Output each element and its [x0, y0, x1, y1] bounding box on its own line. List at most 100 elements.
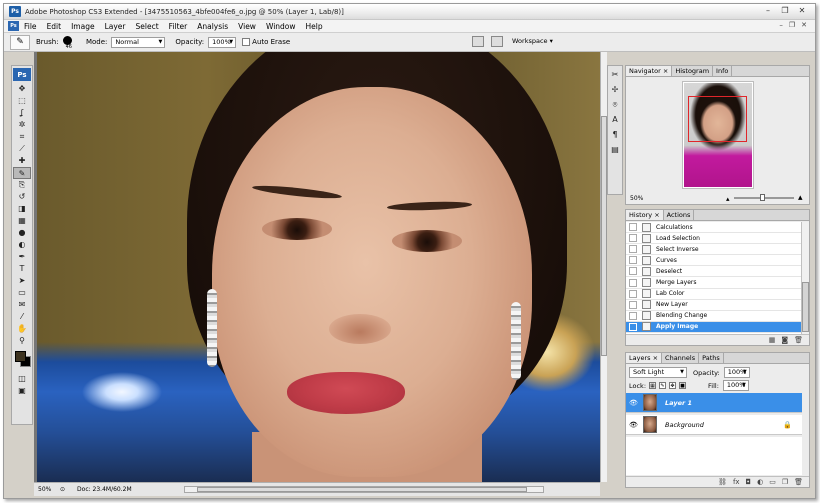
menu-select[interactable]: Select [131, 22, 164, 31]
menu-analysis[interactable]: Analysis [192, 22, 233, 31]
adjustment-layer-icon[interactable]: ◐ [757, 477, 763, 487]
new-group-icon[interactable]: ▭ [769, 477, 776, 487]
workspace-icon[interactable] [491, 36, 503, 47]
new-layer-icon[interactable]: ❐ [782, 477, 788, 487]
lasso-icon[interactable]: ʆ [13, 107, 31, 119]
paragraph-dock-icon[interactable]: ¶ [609, 129, 621, 141]
character-dock-icon[interactable]: A [609, 114, 621, 126]
clone-stamp-icon[interactable]: ⎘ [13, 179, 31, 191]
navigator-zoom[interactable]: 50% [630, 195, 643, 202]
history-item[interactable]: New Layer [626, 300, 802, 311]
healing-brush-icon[interactable]: ✚ [13, 155, 31, 167]
menu-filter[interactable]: Filter [164, 22, 193, 31]
history-item[interactable]: Load Selection [626, 233, 802, 245]
menu-image[interactable]: Image [66, 22, 100, 31]
layer-row-background[interactable]: 👁 Background 🔒 [626, 415, 802, 435]
brush-preview[interactable] [62, 35, 72, 45]
delete-state-icon[interactable]: 🗑 [794, 335, 803, 345]
auto-erase-checkbox[interactable] [242, 38, 251, 46]
zoom-icon[interactable]: ⚲ [13, 335, 31, 347]
eyedropper-icon[interactable]: ⁄ [13, 311, 31, 323]
document-canvas[interactable] [34, 52, 600, 482]
zoom-slider-knob[interactable] [760, 194, 765, 201]
zoom-level[interactable]: 50% [38, 486, 60, 493]
opacity-input[interactable]: 100% [208, 36, 237, 48]
history-item[interactable]: Blending Change [626, 311, 802, 322]
rectangle-icon[interactable]: ▭ [13, 287, 31, 299]
move-icon[interactable]: ✥ [13, 83, 31, 95]
layer-opacity-input[interactable]: 100% [723, 367, 750, 378]
menu-edit[interactable]: Edit [42, 22, 67, 31]
lock-transparent-icon[interactable]: ▦ [649, 382, 657, 389]
screen-mode-icon[interactable]: ▣ [13, 385, 31, 397]
layer-mask-icon[interactable]: ◘ [746, 477, 752, 487]
layer-comps-dock-icon[interactable]: ▤ [609, 144, 621, 156]
dodge-icon[interactable]: ◐ [13, 239, 31, 251]
horizontal-scroll-thumb[interactable] [197, 487, 527, 492]
crop-icon[interactable]: ⌗ [13, 131, 31, 143]
doc-minimize-button[interactable]: – [779, 21, 783, 29]
visibility-eye-icon[interactable]: 👁 [629, 420, 639, 430]
slice-icon[interactable]: ⟋ [13, 143, 31, 155]
pen-icon[interactable]: ✒ [13, 251, 31, 263]
status-icon[interactable]: ⊙ [60, 486, 65, 493]
navigator-zoom-slider[interactable] [734, 194, 794, 201]
history-brush-icon[interactable]: ↺ [13, 191, 31, 203]
blend-mode-select[interactable]: Soft Light [629, 367, 687, 378]
navigator-preview[interactable] [682, 81, 754, 189]
minimize-button[interactable]: – [761, 6, 775, 17]
zoom-in-icon[interactable]: ▴ [798, 193, 803, 203]
layer-row-layer-1[interactable]: 👁 Layer 1 [626, 393, 802, 413]
blur-icon[interactable]: ● [13, 227, 31, 239]
mode-select[interactable]: Normal [111, 36, 166, 48]
tab-layers[interactable]: Layers × [626, 353, 663, 363]
visibility-eye-icon[interactable]: 👁 [629, 398, 639, 408]
canvas-horizontal-scrollbar[interactable] [184, 486, 544, 493]
history-item-selected[interactable]: Apply Image [626, 321, 802, 333]
foreground-color-swatch[interactable] [15, 351, 26, 362]
lock-pixels-icon[interactable]: ✎ [659, 382, 667, 389]
menu-window[interactable]: Window [261, 22, 301, 31]
path-selection-icon[interactable]: ➤ [13, 275, 31, 287]
magic-wand-icon[interactable]: ✲ [13, 119, 31, 131]
delete-layer-icon[interactable]: 🗑 [794, 477, 803, 487]
hand-icon[interactable]: ✋ [13, 323, 31, 335]
notes-icon[interactable]: ✉ [13, 299, 31, 311]
tab-actions[interactable]: Actions [664, 210, 695, 220]
eraser-icon[interactable]: ◨ [13, 203, 31, 215]
clone-source-dock-icon[interactable]: ⌾ [609, 99, 621, 111]
layer-style-icon[interactable]: fx [733, 477, 740, 487]
quick-mask-icon[interactable]: ◫ [13, 373, 31, 385]
new-snapshot-icon[interactable]: ◙ [781, 335, 788, 345]
pencil-icon[interactable]: ✎ [13, 167, 31, 179]
lock-all-icon[interactable]: ■ [679, 382, 687, 389]
doc-restore-button[interactable]: ❐ [789, 21, 795, 29]
history-item[interactable]: Calculations [626, 222, 802, 234]
tool-preset-picker[interactable]: ✎ [10, 34, 30, 50]
fill-input[interactable]: 100% [722, 380, 749, 391]
zoom-out-icon[interactable]: ▴ [726, 195, 730, 203]
history-scrollbar[interactable] [801, 222, 809, 335]
maximize-button[interactable]: ❐ [778, 6, 792, 17]
brushes-dock-icon[interactable]: ✢ [609, 84, 621, 96]
menu-layer[interactable]: Layer [100, 22, 131, 31]
canvas-vertical-scrollbar[interactable] [600, 52, 607, 482]
navigator-view-box[interactable] [688, 96, 747, 142]
palette-well-icon[interactable] [472, 36, 484, 47]
marquee-icon[interactable]: ⬚ [13, 95, 31, 107]
gradient-icon[interactable]: ▦ [13, 215, 31, 227]
history-scroll-thumb[interactable] [802, 282, 809, 332]
lock-position-icon[interactable]: ✥ [669, 382, 677, 389]
history-item[interactable]: Deselect [626, 266, 802, 278]
menu-help[interactable]: Help [301, 22, 328, 31]
tab-info[interactable]: Info [713, 66, 733, 76]
tab-channels[interactable]: Channels [662, 353, 700, 363]
type-icon[interactable]: T [13, 263, 31, 275]
doc-close-button[interactable]: ✕ [801, 21, 807, 29]
ps-menu-icon[interactable]: Ps [8, 21, 19, 31]
history-item[interactable]: Curves [626, 255, 802, 267]
tab-histogram[interactable]: Histogram [672, 66, 714, 76]
history-item[interactable]: Select Inverse [626, 244, 802, 256]
tab-history[interactable]: History × [626, 210, 664, 220]
tab-navigator[interactable]: Navigator × [626, 66, 673, 76]
